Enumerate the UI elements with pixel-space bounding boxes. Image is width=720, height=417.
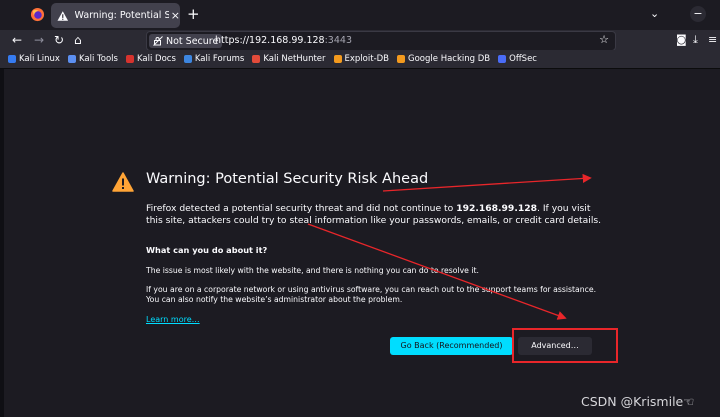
annotation-arrow-1	[307, 223, 567, 320]
annotation-arrow-2	[382, 173, 592, 192]
csdn-watermark: CSDN @Krismile☜	[581, 394, 695, 409]
annotation-arrows	[307, 173, 592, 320]
